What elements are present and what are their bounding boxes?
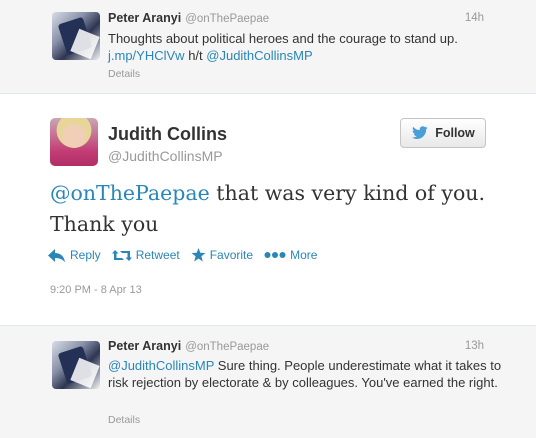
more-button[interactable]: More: [264, 248, 317, 262]
details-link[interactable]: Details: [108, 68, 140, 80]
details-link[interactable]: Details: [108, 414, 140, 426]
author-name[interactable]: Judith Collins: [108, 124, 227, 145]
tweet-mention[interactable]: @onThePaepae: [50, 181, 210, 205]
follow-label: Follow: [435, 126, 475, 140]
more-icon: [264, 252, 286, 258]
retweet-button[interactable]: Retweet: [111, 248, 180, 262]
tweet-link[interactable]: j.mp/YHClVw: [108, 48, 185, 63]
author-handle[interactable]: @JudithCollinsMP: [108, 148, 223, 164]
tweet-actions: Reply Retweet Favorite More: [48, 248, 328, 262]
author-handle[interactable]: @onThePaepae: [185, 341, 269, 353]
tweet-text: Thoughts about political heroes and the …: [108, 31, 458, 63]
author-name[interactable]: Peter Aranyi @onThePaepae: [108, 11, 269, 25]
avatar[interactable]: [52, 341, 100, 389]
reply-tweet-bottom[interactable]: Peter Aranyi @onThePaepae 13h @JudithColl…: [0, 325, 536, 438]
reply-button[interactable]: Reply: [48, 248, 101, 262]
tweet-timestamp[interactable]: 9:20 PM - 8 Apr 13: [50, 284, 142, 296]
favorite-button[interactable]: Favorite: [191, 248, 253, 262]
author-handle[interactable]: @onThePaepae: [185, 13, 269, 25]
avatar[interactable]: [50, 118, 98, 166]
author-name[interactable]: Peter Aranyi @onThePaepae: [108, 339, 269, 353]
tweet-time[interactable]: 13h: [465, 340, 484, 352]
tweet-mention[interactable]: @JudithCollinsMP: [206, 48, 312, 63]
reply-icon: [48, 248, 65, 262]
avatar[interactable]: [52, 12, 100, 60]
reply-tweet-top[interactable]: Peter Aranyi @onThePaepae 14h Thoughts ab…: [0, 0, 536, 94]
retweet-icon: [111, 249, 132, 261]
follow-button[interactable]: Follow: [400, 118, 486, 148]
tweet-text: @onThePaepae that was very kind of you. …: [50, 181, 486, 236]
tweet-mention[interactable]: @JudithCollinsMP: [108, 358, 214, 373]
bird-icon: [412, 126, 428, 139]
favorite-icon: [191, 248, 206, 262]
tweet-time[interactable]: 14h: [465, 12, 484, 24]
tweet-text: @JudithCollinsMP Sure thing. People unde…: [108, 358, 502, 390]
